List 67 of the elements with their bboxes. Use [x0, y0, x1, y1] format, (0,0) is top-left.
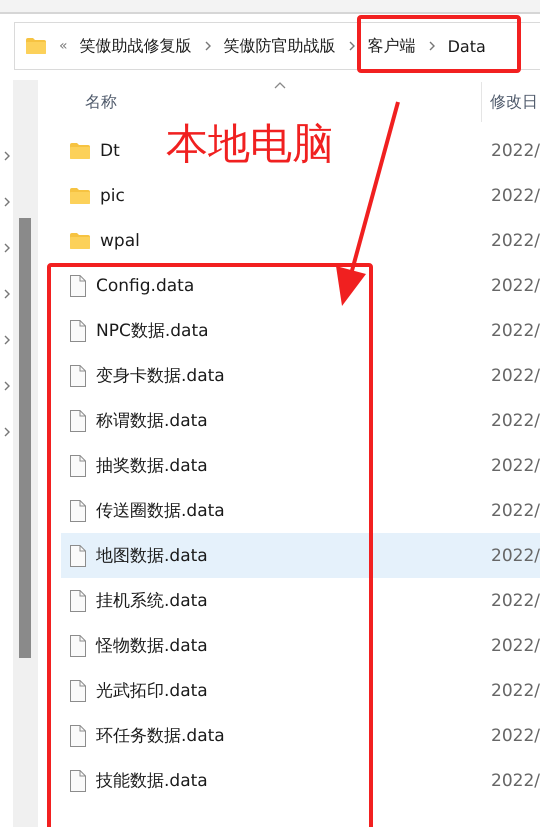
- expand-icon: [2, 426, 11, 438]
- file-name[interactable]: 环任务数据.data: [96, 724, 225, 747]
- date-cell: 2022/: [491, 546, 540, 566]
- file-name[interactable]: 称谓数据.data: [96, 409, 208, 432]
- file-name[interactable]: NPC数据.data: [96, 319, 209, 342]
- file-icon: [69, 680, 87, 702]
- date-cell: 2022/: [491, 276, 540, 296]
- file-icon: [69, 724, 87, 746]
- expand-icon: [2, 288, 11, 300]
- date-cell: 2022/: [491, 320, 540, 340]
- file-name[interactable]: 怪物数据.data: [96, 634, 208, 657]
- file-name[interactable]: 传送圈数据.data: [96, 499, 225, 522]
- date-cell: 2022/: [491, 456, 540, 476]
- file-icon: [69, 364, 87, 386]
- file-icon: [69, 590, 87, 612]
- annotation-label: 本地电脑: [166, 118, 334, 170]
- date-cell: 2022/: [491, 230, 540, 250]
- date-cell: 2022/: [491, 726, 540, 746]
- file-name[interactable]: 挂机系统.data: [96, 589, 208, 612]
- scrollbar-thumb[interactable]: [19, 218, 32, 658]
- file-icon: [69, 634, 87, 656]
- folder-icon: [69, 142, 91, 160]
- breadcrumb-item[interactable]: 客户端: [368, 36, 416, 56]
- chevron-icon: [428, 40, 436, 52]
- file-icon: [69, 454, 87, 476]
- file-icon: [69, 544, 87, 566]
- expand-icon: [2, 242, 11, 254]
- file-icon: [69, 274, 87, 296]
- file-name[interactable]: 抽奖数据.data: [96, 454, 208, 477]
- date-cell: 2022/: [491, 186, 540, 206]
- folder-icon: [69, 232, 91, 250]
- date-cell: 2022/: [491, 770, 540, 790]
- date-cell: 2022/: [491, 366, 540, 386]
- date-cell: 2022/: [491, 410, 540, 430]
- expand-icon: [2, 334, 11, 346]
- address-bar[interactable]: « 笑傲助战修复版 笑傲防官助战版 客户端 Data: [14, 22, 540, 70]
- file-name[interactable]: 光武拓印.data: [96, 679, 208, 702]
- column-header[interactable]: 修改日: [490, 92, 538, 112]
- chevron-icon: [348, 40, 356, 52]
- file-icon: [69, 410, 87, 432]
- column-header[interactable]: 名称: [85, 92, 117, 112]
- breadcrumb-item[interactable]: 笑傲防官助战版: [224, 36, 336, 56]
- file-name[interactable]: 变身卡数据.data: [96, 364, 225, 387]
- expand-icon: [2, 196, 11, 208]
- date-cell: 2022/: [491, 680, 540, 700]
- file-name[interactable]: Dt: [100, 140, 120, 160]
- selected-row[interactable]: 地图数据.data 2022/: [61, 533, 540, 578]
- file-icon: [69, 320, 87, 342]
- file-icon: [69, 770, 87, 792]
- file-name[interactable]: 技能数据.data: [96, 769, 208, 792]
- breadcrumb-item[interactable]: 笑傲助战修复版: [80, 36, 192, 56]
- breadcrumb-item[interactable]: Data: [448, 36, 486, 56]
- date-cell: 2022/: [491, 500, 540, 520]
- overflow-button[interactable]: «: [59, 38, 68, 54]
- date-cell: 2022/: [491, 590, 540, 610]
- file-name[interactable]: 地图数据.data: [96, 544, 208, 567]
- folder-icon: [69, 186, 91, 204]
- file-name[interactable]: pic: [100, 186, 125, 206]
- expand-icon: [2, 380, 11, 392]
- chevron-icon: [204, 40, 212, 52]
- date-cell: 2022/: [491, 636, 540, 656]
- folder-icon: [25, 37, 47, 55]
- date-cell: 2022/: [491, 140, 540, 160]
- file-icon: [69, 500, 87, 522]
- expand-icon: [2, 150, 11, 162]
- file-name[interactable]: wpal: [100, 230, 140, 250]
- file-name[interactable]: Config.data: [96, 276, 194, 296]
